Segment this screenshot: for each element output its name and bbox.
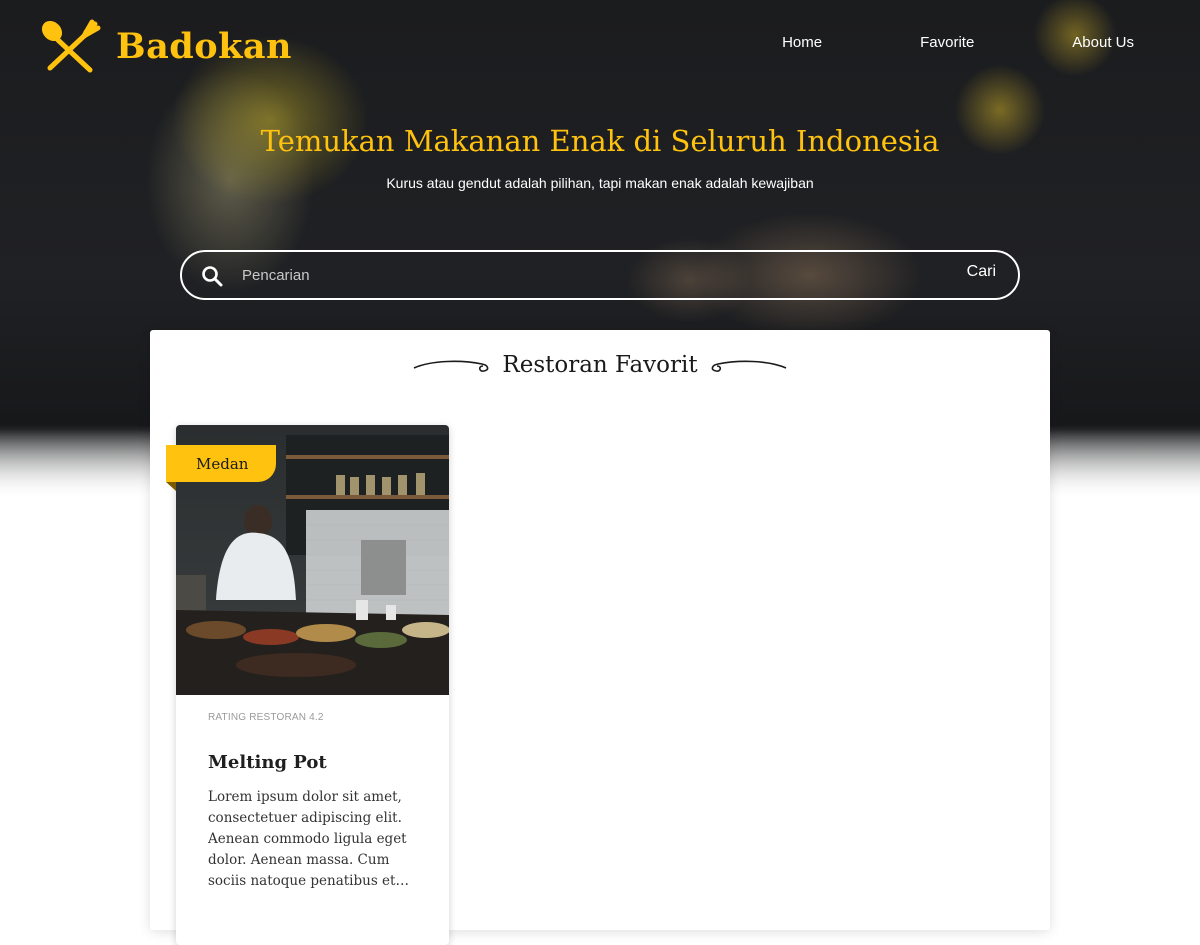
- nav-about-us[interactable]: About Us: [1072, 34, 1134, 51]
- search-button[interactable]: Cari: [967, 263, 996, 281]
- section-heading: Restoran Favorit: [150, 352, 1050, 378]
- hero-title: Temukan Makanan Enak di Seluruh Indonesi…: [260, 124, 940, 158]
- restaurant-name[interactable]: Melting Pot: [208, 752, 327, 773]
- brand-name: Badokan: [116, 25, 292, 67]
- section-title: Restoran Favorit: [502, 352, 698, 378]
- search-input[interactable]: [242, 260, 922, 290]
- flourish-left-icon: [414, 360, 489, 372]
- restaurant-rating: Rating Restoran 4.2: [208, 712, 324, 723]
- brand-logo[interactable]: Badokan: [40, 18, 292, 74]
- nav-home[interactable]: Home: [782, 34, 822, 51]
- restaurant-card[interactable]: Rating Restoran 4.2 Melting Pot Lorem ip…: [176, 425, 449, 945]
- flourish-right-icon: [711, 360, 786, 372]
- badge-fold: [166, 482, 176, 491]
- main-nav: Home Favorite About Us: [684, 34, 1134, 51]
- favorites-panel: Restoran Favorit RATING RESTORAN 4.2 Mel…: [150, 330, 1050, 945]
- search-bar: Cari: [180, 250, 1020, 300]
- restaurant-description: Lorem ipsum dolor sit amet, consectetuer…: [208, 789, 407, 889]
- search-icon[interactable]: [200, 264, 224, 288]
- spoon-fork-icon: [41, 19, 101, 73]
- hero-subtitle: Kurus atau gendut adalah pilihan, tapi m…: [386, 175, 814, 191]
- city-badge: Medan: [166, 445, 276, 482]
- nav-favorite[interactable]: Favorite: [920, 34, 974, 51]
